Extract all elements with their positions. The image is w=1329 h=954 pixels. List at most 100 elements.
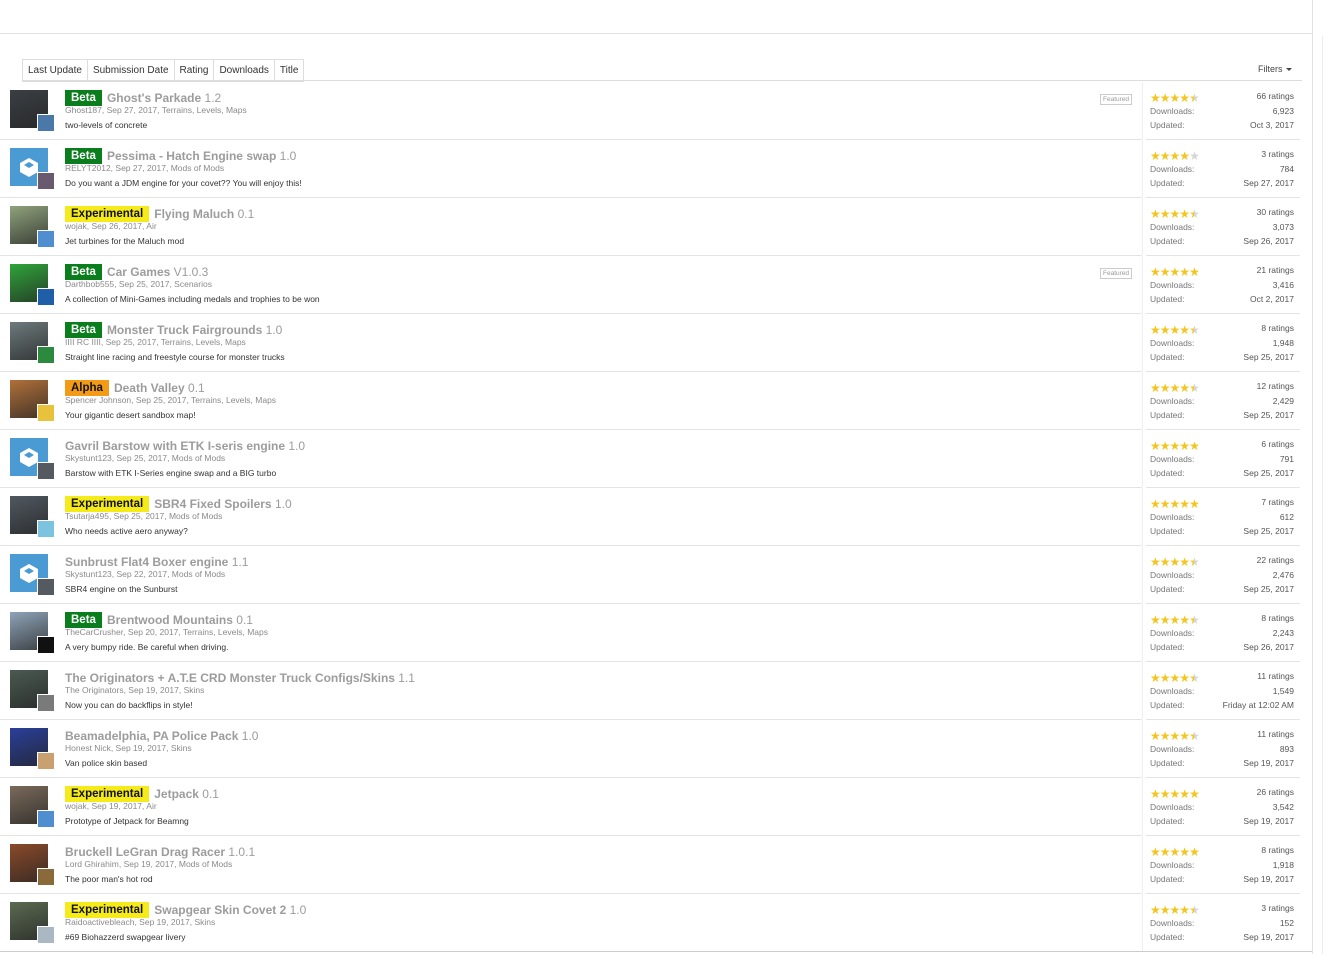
resource-title-link[interactable]: Brentwood Mountains xyxy=(107,613,233,627)
star-icon: ★ xyxy=(1150,323,1161,337)
resource-title-link[interactable]: Ghost's Parkade xyxy=(107,91,201,105)
resource-thumbnail[interactable] xyxy=(10,844,55,886)
resource-version: 1.0 xyxy=(289,903,307,917)
star-icon: ★ xyxy=(1159,91,1171,105)
resource-title-link[interactable]: SBR4 Fixed Spoilers xyxy=(154,497,271,511)
author-avatar[interactable] xyxy=(37,926,55,944)
resource-thumbnail[interactable] xyxy=(10,554,55,596)
resource-title-link[interactable]: Car Games xyxy=(107,265,170,279)
resource-thumbnail[interactable] xyxy=(10,728,55,770)
author-avatar[interactable] xyxy=(37,520,55,538)
tab-last-update[interactable]: Last Update xyxy=(22,59,87,82)
author-avatar[interactable] xyxy=(37,404,55,422)
ratings-count: 11 ratings xyxy=(1257,671,1294,681)
resource-version: 1.0.1 xyxy=(228,845,256,859)
resource-row: Sunbrust Flat4 Boxer engine 1.1 Skystunt1… xyxy=(0,546,1300,604)
tab-rating[interactable]: Rating xyxy=(173,59,214,82)
stats-separator xyxy=(1142,894,1143,951)
resource-row: Experimental Jetpack 0.1 wojak, Sep 19, 20… xyxy=(0,778,1300,836)
resource-title-link[interactable]: Flying Maluch xyxy=(154,207,234,221)
updated-label: Updated: xyxy=(1150,120,1185,130)
star-icon: ★ xyxy=(1150,207,1161,221)
resource-meta: IIII RC IIII, Sep 25, 2017, Terrains, Le… xyxy=(65,337,246,347)
resource-title-link[interactable]: Beamadelphia, PA Police Pack xyxy=(65,729,238,743)
tab-submission-date[interactable]: Submission Date xyxy=(86,59,174,82)
resource-title-link[interactable]: Death Valley xyxy=(114,381,185,395)
resource-title-link[interactable]: Jetpack xyxy=(154,787,199,801)
resource-thumbnail[interactable] xyxy=(10,322,55,364)
resource-thumbnail[interactable] xyxy=(10,206,55,248)
author-avatar[interactable] xyxy=(37,114,55,132)
author-avatar[interactable] xyxy=(37,172,55,190)
author-avatar[interactable] xyxy=(37,868,55,886)
rating-stars: ★★★★★ xyxy=(1150,903,1200,917)
resource-meta: Raidoactivebleach, Sep 19, 2017, Skins xyxy=(65,917,216,927)
resource-thumbnail[interactable] xyxy=(10,670,55,712)
tab-title[interactable]: Title xyxy=(273,59,305,82)
star-icon: ★ xyxy=(1159,381,1171,395)
resource-title-link[interactable]: The Originators + A.T.E CRD Monster Truc… xyxy=(65,671,395,685)
resource-version: 1.1 xyxy=(398,671,415,685)
featured-badge: Featured xyxy=(1100,268,1133,279)
bottom-divider xyxy=(0,951,1312,952)
author-avatar[interactable] xyxy=(37,462,55,480)
resource-thumbnail[interactable] xyxy=(10,786,55,828)
star-icon: ★ xyxy=(1189,787,1200,801)
resource-title-link[interactable]: Gavril Barstow with ETK I-seris engine xyxy=(65,439,285,453)
author-avatar[interactable] xyxy=(37,810,55,828)
ratings-count: 11 ratings xyxy=(1257,729,1294,739)
scroll-track[interactable] xyxy=(1322,36,1323,954)
author-avatar[interactable] xyxy=(37,636,55,654)
filters-dropdown[interactable]: Filters xyxy=(1258,64,1292,74)
downloads-count: 1,948 xyxy=(1272,338,1294,348)
resource-version: 0.1 xyxy=(188,381,205,395)
stats-separator xyxy=(1142,488,1143,545)
star-icon: ★ xyxy=(1169,91,1181,105)
author-avatar[interactable] xyxy=(37,694,55,712)
author-avatar[interactable] xyxy=(37,752,55,770)
star-icon: ★ xyxy=(1169,497,1181,511)
resource-thumbnail[interactable] xyxy=(10,612,55,654)
author-avatar[interactable] xyxy=(37,230,55,248)
star-icon: ★ xyxy=(1159,323,1171,337)
resource-title-link[interactable]: Swapgear Skin Covet 2 xyxy=(154,903,286,917)
resource-title-link[interactable]: Monster Truck Fairgrounds xyxy=(107,323,262,337)
resource-thumbnail[interactable] xyxy=(10,90,55,132)
resource-row: Beta Pessima - Hatch Engine swap 1.0 RELYT… xyxy=(0,140,1300,198)
rating-stars: ★★★★★ xyxy=(1150,556,1200,568)
stats-separator xyxy=(1142,662,1143,719)
resource-version: 0.1 xyxy=(237,207,255,221)
star-icon: ★ xyxy=(1150,613,1161,627)
rating-stars: ★★★★★ xyxy=(1150,613,1200,627)
resource-title-link[interactable]: Bruckell LeGran Drag Racer xyxy=(65,845,225,859)
star-icon: ★ xyxy=(1179,903,1190,917)
resource-version: 1.0 xyxy=(279,149,297,163)
downloads-count: 784 xyxy=(1279,164,1294,174)
star-icon: ★ xyxy=(1150,91,1161,105)
resource-row: Experimental Flying Maluch 0.1 wojak, Sep … xyxy=(0,198,1300,256)
resource-thumbnail[interactable] xyxy=(10,148,55,190)
author-avatar[interactable] xyxy=(37,288,55,306)
resource-thumbnail[interactable] xyxy=(10,902,55,944)
star-icon: ★ xyxy=(1189,207,1200,221)
resource-description: SBR4 engine on the Sunburst xyxy=(65,584,178,594)
prefix-badge: Alpha xyxy=(65,380,109,396)
resource-meta: TheCarCrusher, Sep 20, 2017, Terrains, L… xyxy=(65,627,269,637)
star-icon: ★ xyxy=(1159,729,1171,743)
updated-date: Sep 25, 2017 xyxy=(1243,526,1294,536)
tab-downloads[interactable]: Downloads xyxy=(213,59,274,82)
resource-title-link[interactable]: Pessima - Hatch Engine swap xyxy=(107,149,276,163)
resource-title-link[interactable]: Sunbrust Flat4 Boxer engine xyxy=(65,555,228,569)
resource-thumbnail[interactable] xyxy=(10,496,55,538)
resource-thumbnail[interactable] xyxy=(10,438,55,480)
downloads-label: Downloads: xyxy=(1150,106,1195,116)
author-avatar[interactable] xyxy=(37,578,55,596)
updated-label: Updated: xyxy=(1150,236,1185,246)
author-avatar[interactable] xyxy=(37,346,55,364)
resource-thumbnail[interactable] xyxy=(10,380,55,422)
resource-description: Who needs active aero anyway? xyxy=(65,526,188,536)
rating-stars: ★★★★★ xyxy=(1150,207,1200,221)
featured-badge: Featured xyxy=(1100,94,1133,105)
resource-thumbnail[interactable] xyxy=(10,264,55,306)
prefix-badge: Beta xyxy=(65,322,102,338)
